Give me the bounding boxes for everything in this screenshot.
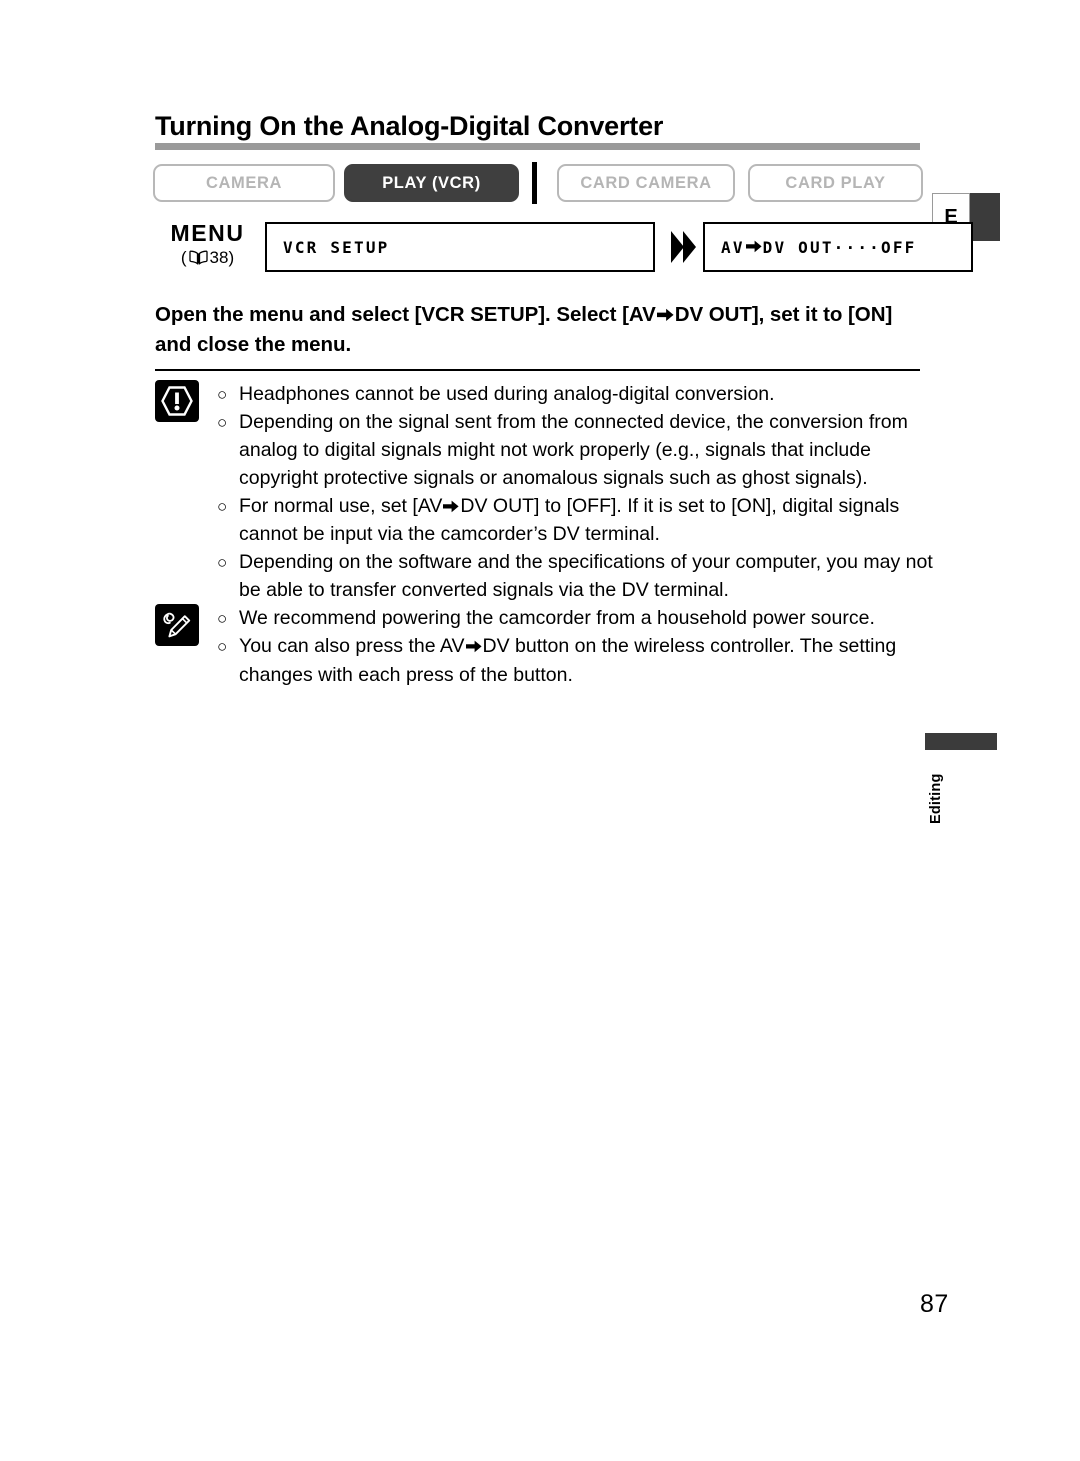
list-item-text-part-1: You can also press the AV <box>239 634 465 657</box>
menu-page-reference: (38) <box>155 249 260 268</box>
mode-divider <box>532 162 537 204</box>
menu-box-av-dv-prefix: AV <box>721 237 745 257</box>
menu-label-wrap: MENU (38) <box>155 222 260 268</box>
list-item: ○ Headphones cannot be used during analo… <box>217 381 945 409</box>
title-block: Turning On the Analog-Digital Converter <box>155 111 920 151</box>
mode-button-card-play-label: CARD PLAY <box>785 173 886 192</box>
language-tab-bar <box>970 193 1000 241</box>
list-item-text-part-1: For normal use, set [AV <box>239 494 443 517</box>
double-chevron-right-icon <box>668 230 698 264</box>
list-item: ○ Depending on the software and the spec… <box>217 549 945 605</box>
menu-ref-open-paren: ( <box>180 248 187 267</box>
warning-note-list: ○ Headphones cannot be used during analo… <box>217 380 945 605</box>
menu-box-vcr-setup[interactable]: VCR SETUP <box>265 222 655 272</box>
mode-button-card-camera-label: CARD CAMERA <box>580 173 712 192</box>
document-page: Turning On the Analog-Digital Converter … <box>0 0 1080 1461</box>
instruction-part-1: Open the menu and select [VCR SETUP]. Se… <box>155 303 656 326</box>
instruction-text: Open the menu and select [VCR SETUP]. Se… <box>155 300 895 359</box>
list-bullet: ○ <box>217 609 228 628</box>
menu-label: MENU <box>170 220 245 246</box>
list-item-text: Depending on the signal sent from the co… <box>239 410 908 489</box>
list-bullet: ○ <box>217 412 228 432</box>
mode-button-camera-label: CAMERA <box>205 173 282 192</box>
list-bullet: ○ <box>217 636 228 656</box>
mode-button-card-camera[interactable]: CARD CAMERA <box>557 164 735 202</box>
menu-box-av-dv-out[interactable]: AV DV OUT····OFF <box>703 222 973 272</box>
tips-note-list: ○ We recommend powering the camcorder fr… <box>217 604 945 690</box>
menu-box-av-dv-suffix: DV OUT····OFF <box>762 237 917 257</box>
open-book-icon <box>188 250 208 268</box>
page-title: Turning On the Analog-Digital Converter <box>155 111 664 141</box>
list-item-text: Depending on the software and the specif… <box>239 551 933 602</box>
arrow-right-icon <box>745 238 762 257</box>
mode-button-play-vcr[interactable]: PLAY (VCR) <box>344 164 519 202</box>
warning-note-group: ○ Headphones cannot be used during analo… <box>155 380 945 605</box>
arrow-right-icon <box>656 301 674 330</box>
list-item-text: You can also press the AV DV button on th… <box>239 633 945 690</box>
menu-ref-page: 38 <box>209 248 229 267</box>
side-tab-label: Editing <box>928 773 944 825</box>
mode-button-card-play[interactable]: CARD PLAY <box>748 164 923 202</box>
list-item-text: Headphones cannot be used during analog-… <box>239 383 775 405</box>
tips-note-group: ○ We recommend powering the camcorder fr… <box>155 604 945 690</box>
note-pencil-icon <box>155 604 199 646</box>
warning-exclamation-icon <box>155 380 199 422</box>
list-item-text: For normal use, set [AV DV OUT] to [OFF].… <box>239 493 945 550</box>
page-number: 87 <box>920 1290 949 1318</box>
side-tab-label-wrap: Editing <box>925 750 1003 834</box>
title-rule <box>155 143 920 151</box>
list-bullet: ○ <box>217 553 228 573</box>
mode-button-camera[interactable]: CAMERA <box>153 164 335 202</box>
list-item: ○ For normal use, set [AV DV OUT] to [OFF… <box>217 493 945 550</box>
arrow-right-icon <box>443 494 459 522</box>
mode-bar: CAMERA PLAY (VCR) CARD CAMERA CARD PLAY <box>153 162 923 204</box>
list-item-text: We recommend powering the camcorder from… <box>239 607 875 629</box>
list-item: ○ You can also press the AV DV button on … <box>217 633 945 690</box>
arrow-right-icon <box>465 634 482 662</box>
menu-box-vcr-setup-label: VCR SETUP <box>283 237 390 257</box>
list-bullet: ○ <box>217 496 228 516</box>
list-item: ○ Depending on the signal sent from the … <box>217 409 945 493</box>
menu-row: MENU (38) VCR SETUP AV DV OUT····OFF <box>155 222 973 278</box>
list-bullet: ○ <box>217 385 228 404</box>
side-tab-bar <box>925 733 997 750</box>
list-item: ○ We recommend powering the camcorder fr… <box>217 605 945 633</box>
side-tab: Editing <box>925 733 1003 834</box>
mode-button-play-vcr-label: PLAY (VCR) <box>382 173 481 192</box>
menu-ref-close-paren: ) <box>228 248 235 267</box>
instruction-rule <box>155 369 920 371</box>
